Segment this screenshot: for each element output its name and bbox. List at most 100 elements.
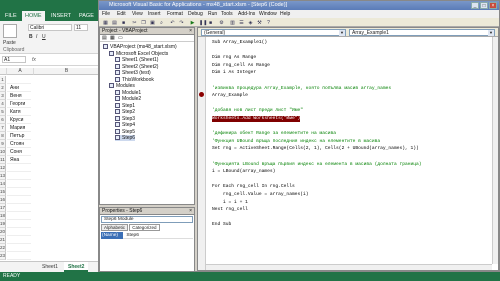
row-header[interactable]: 6: [0, 116, 6, 124]
cell[interactable]: [7, 196, 31, 204]
row-header[interactable]: 9: [0, 140, 6, 148]
code-line[interactable]: Array_Example: [212, 93, 248, 99]
row-header[interactable]: 8: [0, 132, 6, 140]
paste-icon[interactable]: ▣: [149, 19, 156, 26]
view-code-icon[interactable]: ▤: [102, 35, 107, 41]
code-line[interactable]: For Each rng_cell In rng.Cells: [212, 184, 295, 190]
row-header[interactable]: 19: [0, 220, 6, 228]
tree-item[interactable]: VBAProject (ms48_start.xlsm): [103, 44, 177, 50]
highlighted-code-line[interactable]: Worksheets.Add Worksheets("Име"): [212, 116, 301, 122]
run-icon[interactable]: ▶: [189, 19, 196, 26]
select-all-corner[interactable]: [0, 68, 7, 75]
cell[interactable]: Яна: [7, 156, 31, 164]
menu-file[interactable]: File: [102, 10, 110, 18]
cell[interactable]: Георги: [7, 100, 31, 108]
cell[interactable]: [7, 252, 31, 260]
row-header[interactable]: 7: [0, 124, 6, 132]
chevron-down-icon[interactable]: ▼: [339, 30, 345, 36]
menu-add-ins[interactable]: Add-Ins: [238, 10, 255, 18]
code-line[interactable]: 'извиква процедура Array_Example, която …: [212, 86, 391, 92]
worksheet-grid[interactable]: A B 1 2 Ани 3 Веня 4 Георги 5 Катя 6 Круси 7 Мария 8 П…: [0, 68, 100, 261]
excel-icon[interactable]: ▦: [102, 19, 109, 26]
tree-item[interactable]: Module1: [115, 89, 141, 96]
tree-item[interactable]: Step5: [115, 128, 135, 135]
property-value[interactable]: Step6: [124, 233, 139, 238]
pane-close-icon[interactable]: ×: [189, 28, 192, 35]
cell[interactable]: [7, 220, 31, 228]
cell[interactable]: [7, 76, 31, 84]
object-dropdown[interactable]: (General) ▼: [201, 29, 346, 36]
code-line[interactable]: Sub Array_Example1(): [212, 40, 267, 46]
tree-item[interactable]: Step6: [115, 135, 136, 141]
copy-icon[interactable]: ❐: [140, 19, 147, 26]
tab-insert[interactable]: INSERT: [48, 11, 74, 21]
code-line[interactable]: i = LBound(array_names): [212, 169, 275, 175]
tree-item[interactable]: Sheet1 (Sheet1): [115, 57, 158, 63]
chevron-down-icon[interactable]: ▼: [488, 30, 494, 36]
toolbox-icon[interactable]: ⚒: [256, 19, 263, 26]
cell[interactable]: Ани: [7, 84, 31, 92]
row-header[interactable]: 4: [0, 100, 6, 108]
cell[interactable]: Петър: [7, 132, 31, 140]
cell[interactable]: [7, 204, 31, 212]
tree-item[interactable]: Module2: [115, 96, 141, 102]
row-header[interactable]: 14: [0, 180, 6, 188]
tree-item[interactable]: Sheet2 (Sheet2): [115, 63, 158, 70]
name-box[interactable]: A1: [2, 56, 26, 63]
menu-view[interactable]: View: [132, 10, 143, 18]
bold-icon[interactable]: B: [29, 34, 33, 40]
properties-object-select[interactable]: Step6 Module: [101, 216, 193, 223]
cell[interactable]: Катя: [7, 108, 31, 116]
code-line[interactable]: Dim rng As Range: [212, 55, 256, 61]
row-header[interactable]: 12: [0, 164, 6, 172]
code-line[interactable]: 'дефинира обект Range за елементите на м…: [212, 131, 336, 137]
menu-help[interactable]: Help: [280, 10, 290, 18]
font-name-box[interactable]: Calibri: [28, 24, 72, 31]
cell[interactable]: [7, 164, 31, 172]
cut-icon[interactable]: ✂: [131, 19, 138, 26]
paste-icon[interactable]: [3, 24, 17, 38]
vertical-scrollbar[interactable]: [492, 37, 498, 264]
project-explorer-icon[interactable]: ▥: [229, 19, 236, 26]
sheet-tab-sheet2[interactable]: Sheet2: [64, 262, 89, 272]
insert-module-icon[interactable]: ▤: [111, 19, 118, 26]
row-header[interactable]: 3: [0, 92, 6, 100]
pane-close-icon[interactable]: ×: [189, 208, 192, 215]
help-icon[interactable]: ?: [265, 19, 272, 26]
row-header[interactable]: 22: [0, 244, 6, 252]
tab-file[interactable]: FILE: [2, 11, 20, 21]
row-header[interactable]: 18: [0, 212, 6, 220]
row-header[interactable]: 13: [0, 172, 6, 180]
code-line[interactable]: i = i + 1: [212, 200, 248, 206]
cell[interactable]: [7, 172, 31, 180]
menu-insert[interactable]: Insert: [148, 10, 161, 18]
reset-icon[interactable]: ■: [207, 19, 214, 26]
redo-icon[interactable]: ↷: [178, 19, 185, 26]
break-icon[interactable]: ❚❚: [198, 19, 207, 26]
tab-alphabetic[interactable]: Alphabetic: [101, 224, 129, 231]
cell[interactable]: [7, 228, 31, 236]
code-line[interactable]: 'Функция UBound връща последния индекс н…: [212, 139, 380, 145]
cell[interactable]: [7, 188, 31, 196]
menu-tools[interactable]: Tools: [221, 10, 233, 18]
row-header[interactable]: 23: [0, 252, 6, 260]
column-header-a[interactable]: A: [7, 68, 34, 75]
row-header[interactable]: 16: [0, 196, 6, 204]
row-header[interactable]: 15: [0, 188, 6, 196]
tree-item[interactable]: Step1: [115, 102, 135, 109]
menu-format[interactable]: Format: [167, 10, 183, 18]
row-header[interactable]: 2: [0, 84, 6, 92]
tree-item[interactable]: Step2: [115, 109, 135, 115]
cell[interactable]: Соня: [7, 148, 31, 156]
procedure-dropdown[interactable]: Array_Example1 ▼: [349, 29, 495, 36]
code-line[interactable]: rng_cell.Value = array_names(i): [212, 192, 308, 198]
cell[interactable]: Веня: [7, 92, 31, 100]
cell[interactable]: [7, 212, 31, 220]
find-icon[interactable]: ⌕: [158, 19, 165, 26]
tab-page-layout[interactable]: PAGE LA: [76, 11, 100, 29]
code-line[interactable]: End Sub: [212, 222, 231, 228]
code-gutter[interactable]: [198, 37, 206, 270]
row-header[interactable]: 17: [0, 204, 6, 212]
toggle-folders-icon[interactable]: ▭: [118, 35, 123, 41]
menu-debug[interactable]: Debug: [188, 10, 203, 18]
